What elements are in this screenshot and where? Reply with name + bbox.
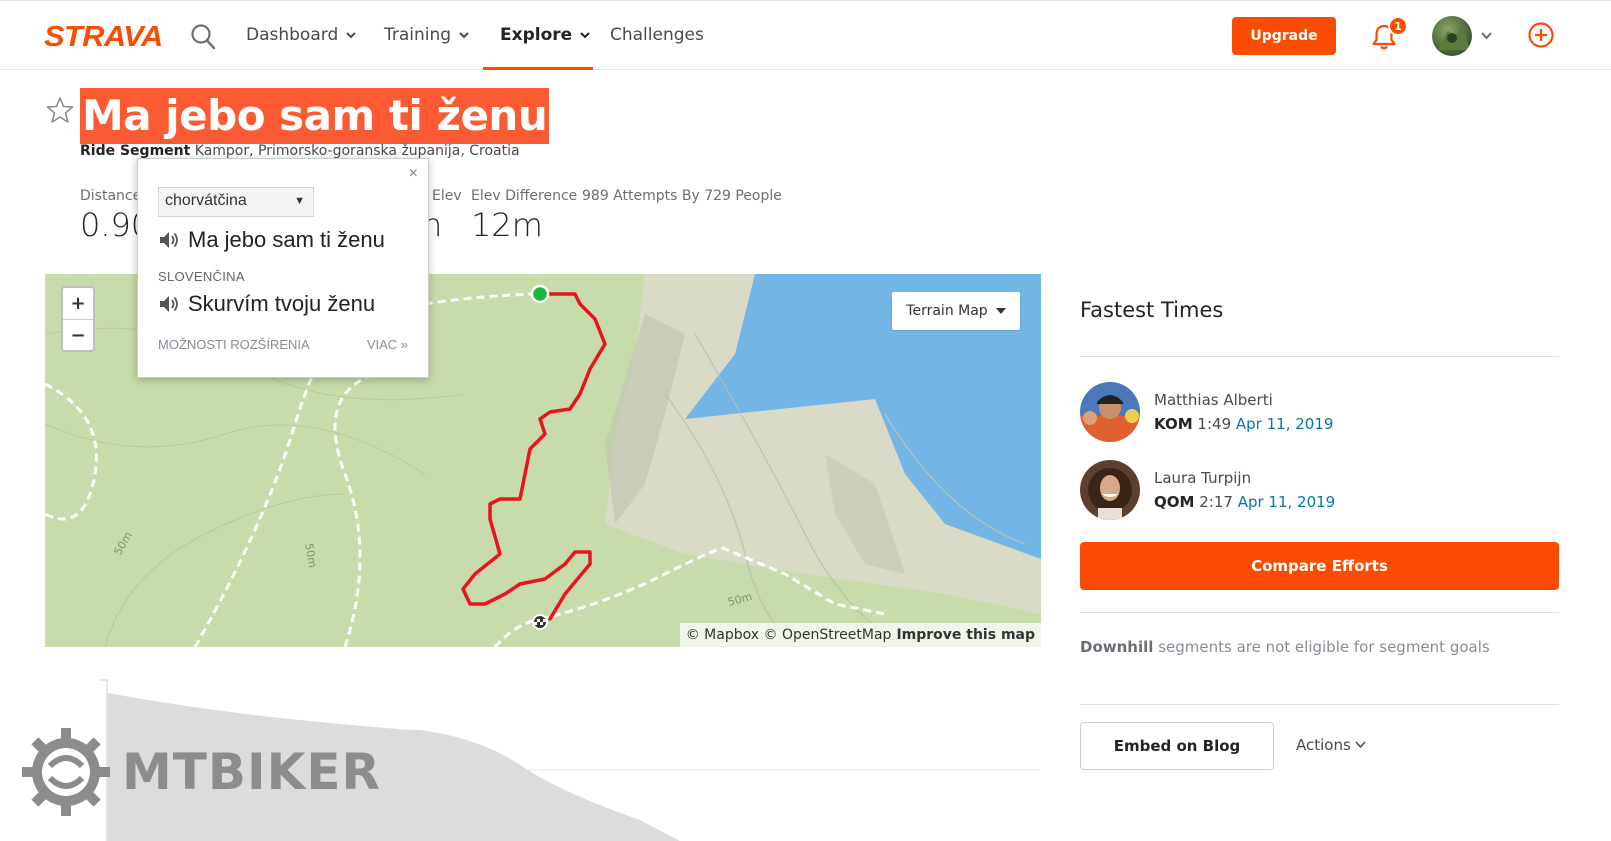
zoom-control: + − — [61, 286, 95, 352]
improve-map-link[interactable]: Improve this map — [896, 627, 1035, 643]
attempts-count: 989 Attempts By 729 People — [582, 188, 782, 204]
popup-footer: MOŽNOSTI ROZŠÍRENIA VIAC » — [158, 337, 408, 352]
zoom-out-button[interactable]: − — [63, 319, 93, 350]
mtbiker-watermark: MTBIKER — [20, 726, 381, 818]
compare-efforts-button[interactable]: Compare Efforts — [1080, 542, 1559, 590]
embed-on-blog-button[interactable]: Embed on Blog — [1080, 722, 1274, 770]
segment-type: Ride Segment — [80, 143, 191, 159]
nav-challenges-label: Challenges — [610, 25, 704, 45]
translation-popup: × chorvátčina ▼ Ma jebo sam ti ženu SLOV… — [137, 158, 429, 378]
speaker-icon[interactable] — [158, 230, 180, 250]
nav-training-label: Training — [384, 25, 452, 45]
stat-elev-diff-label: Elev Difference — [471, 188, 578, 204]
athlete-avatar[interactable] — [1080, 460, 1140, 520]
source-text: Ma jebo sam ti ženu — [188, 227, 385, 252]
leader-result: KOM 1:49 Apr 11, 2019 — [1154, 415, 1333, 433]
watermark-text: MTBIKER — [122, 743, 381, 801]
chevron-down-icon — [459, 31, 469, 38]
dropdown-arrow-icon: ▼ — [294, 195, 305, 207]
route-start-marker — [530, 284, 550, 304]
actions-dropdown[interactable]: Actions — [1296, 736, 1366, 754]
leader-result: QOM 2:17 Apr 11, 2019 — [1154, 493, 1335, 511]
active-nav-indicator — [483, 67, 593, 70]
route-finish-marker — [532, 614, 548, 630]
leader-date-link[interactable]: Apr 11, 2019 — [1236, 415, 1334, 433]
athlete-name[interactable]: Laura Turpijn — [1154, 469, 1251, 487]
actions-label: Actions — [1296, 736, 1351, 754]
map-type-label: Terrain Map — [906, 303, 988, 319]
segment-location: Kampor, Primorsko-goranska županija, Cro… — [194, 143, 520, 159]
source-language-value: chorvátčina — [165, 192, 247, 209]
nav-dashboard[interactable]: Dashboard — [246, 1, 356, 69]
star-icon[interactable] — [46, 96, 74, 124]
nav-training[interactable]: Training — [384, 1, 469, 69]
divider — [1080, 612, 1559, 613]
qom-badge: QOM — [1154, 493, 1195, 511]
divider — [1080, 356, 1559, 357]
athlete-avatar[interactable] — [1080, 382, 1140, 442]
leader-time: 1:49 — [1197, 415, 1232, 433]
search-icon[interactable] — [190, 23, 216, 51]
target-text: Skurvím tvoju ženu — [188, 291, 376, 316]
stat-elev-label: Elev — [432, 188, 462, 204]
notification-badge: 1 — [1388, 16, 1408, 36]
extension-options-link[interactable]: MOŽNOSTI ROZŠÍRENIA — [158, 337, 310, 352]
chevron-down-icon — [346, 31, 356, 38]
kom-badge: KOM — [1154, 415, 1193, 433]
target-text-row: Skurvím tvoju ženu — [158, 291, 375, 317]
nav-dashboard-label: Dashboard — [246, 25, 339, 45]
speaker-icon[interactable] — [158, 294, 180, 314]
leaderboard-row[interactable]: Laura Turpijn QOM 2:17 Apr 11, 2019 — [1080, 460, 1559, 522]
chevron-down-icon — [580, 31, 590, 38]
plus-circle-icon[interactable] — [1527, 21, 1555, 49]
divider — [1080, 704, 1559, 705]
avatar[interactable] — [1432, 16, 1472, 56]
osm-attribution-link[interactable]: © OpenStreetMap — [764, 627, 892, 643]
leader-time: 2:17 — [1199, 493, 1233, 511]
upgrade-button[interactable]: Upgrade — [1232, 17, 1336, 55]
strava-logo[interactable]: STRAVA — [44, 21, 163, 54]
leader-date-link[interactable]: Apr 11, 2019 — [1238, 493, 1336, 511]
stat-distance-label: Distance — [80, 188, 142, 204]
zoom-in-button[interactable]: + — [63, 288, 93, 319]
fastest-times-title: Fastest Times — [1080, 298, 1224, 322]
leaderboard-row[interactable]: Matthias Alberti KOM 1:49 Apr 11, 2019 — [1080, 382, 1559, 444]
nav-challenges[interactable]: Challenges — [610, 1, 704, 69]
source-language-select[interactable]: chorvátčina ▼ — [158, 187, 314, 217]
downhill-note: Downhill segments are not eligible for s… — [1080, 638, 1490, 656]
chevron-down-icon[interactable] — [1481, 32, 1492, 40]
nav-explore-label: Explore — [500, 25, 573, 45]
segment-subtitle: Ride Segment Kampor, Primorsko-goranska … — [80, 143, 520, 159]
downhill-note-bold: Downhill — [1080, 638, 1154, 656]
page-title: Ma jebo sam ti ženu — [82, 91, 548, 140]
caret-down-icon — [995, 308, 1006, 314]
top-navigation-bar: STRAVA Dashboard Training Explore Challe… — [0, 0, 1611, 70]
stat-elev-diff-value: 12m — [471, 206, 543, 244]
more-link[interactable]: VIAC » — [367, 337, 408, 352]
mapbox-attribution-link[interactable]: © Mapbox — [686, 627, 759, 643]
chevron-down-icon — [1355, 741, 1366, 749]
athlete-name[interactable]: Matthias Alberti — [1154, 391, 1273, 409]
map-attribution: © Mapbox © OpenStreetMap Improve this ma… — [679, 623, 1041, 647]
source-text-row: Ma jebo sam ti ženu — [158, 227, 385, 253]
downhill-note-text: segments are not eligible for segment go… — [1158, 638, 1490, 656]
gear-logo-icon — [22, 728, 110, 816]
close-icon[interactable]: × — [409, 165, 418, 183]
map-type-dropdown[interactable]: Terrain Map — [892, 292, 1020, 330]
nav-explore[interactable]: Explore — [500, 1, 590, 69]
segment-title-highlight: Ma jebo sam ti ženu — [80, 88, 550, 144]
target-language: SLOVENČINA — [158, 269, 245, 284]
